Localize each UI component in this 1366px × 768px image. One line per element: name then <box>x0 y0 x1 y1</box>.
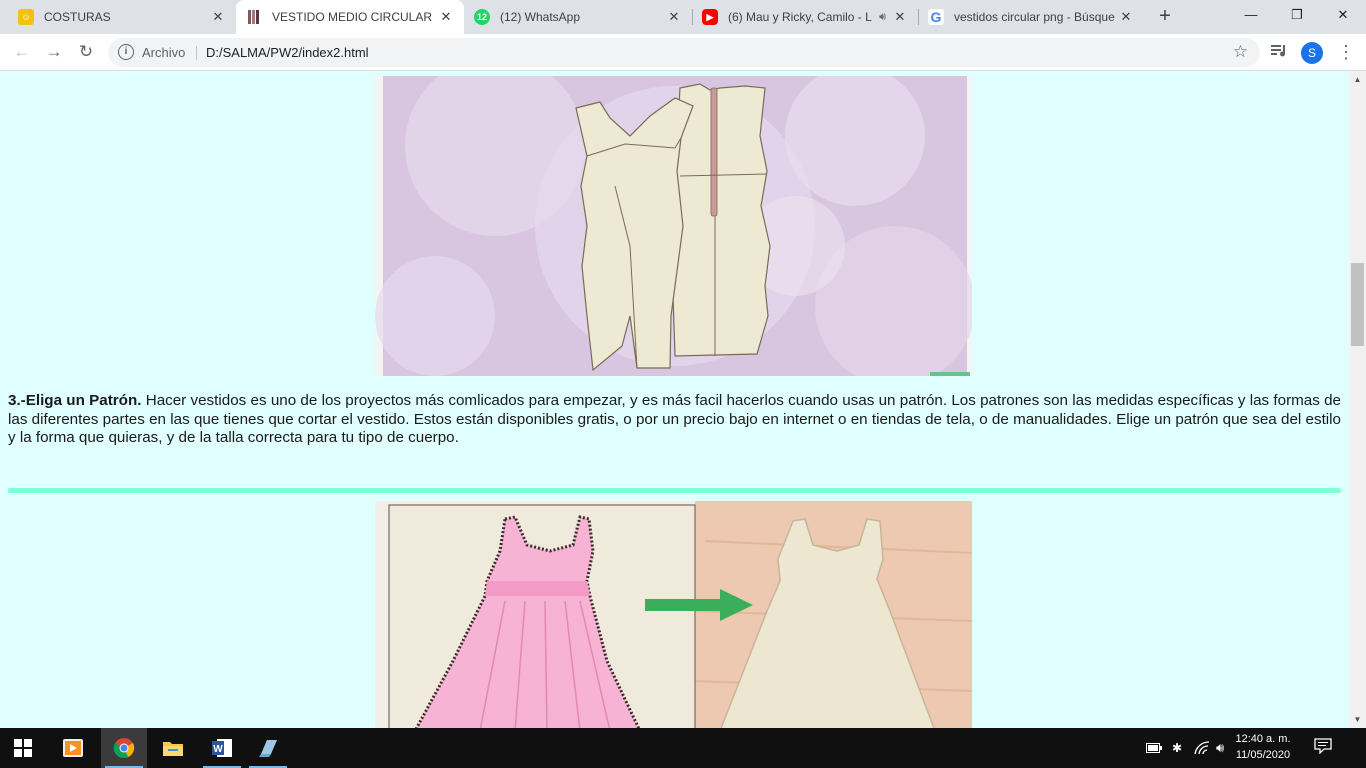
restore-icon[interactable]: ❐ <box>1274 0 1320 30</box>
tab-title: vestidos circular png - Búsque <box>954 10 1115 24</box>
google-icon: G <box>928 9 944 25</box>
tab-title: (12) WhatsApp <box>500 10 581 24</box>
step-heading: 3.-Eliga un Patrón. <box>8 392 142 409</box>
divider <box>196 46 197 60</box>
tab-youtube[interactable]: ▶ (6) Mau y Ricky, Camilo - L 🔊︎ ✕ <box>692 0 918 34</box>
section-divider <box>8 488 1341 493</box>
browser-toolbar: ← → ↻ i Archivo D:/SALMA/PW2/index2.html… <box>0 34 1366 71</box>
tab-costuras[interactable]: ☺ COSTURAS ✕ <box>8 0 236 34</box>
scroll-down-icon[interactable]: ▼ <box>1349 711 1366 728</box>
forward-icon[interactable]: → <box>42 40 66 64</box>
protocol-label: Archivo <box>142 45 186 60</box>
new-tab-button[interactable]: + <box>1154 6 1176 28</box>
dress-to-pattern-image <box>375 501 973 728</box>
scroll-up-icon[interactable]: ▲ <box>1349 71 1366 88</box>
notepad-app-icon[interactable] <box>245 728 291 768</box>
scrollbar-thumb[interactable] <box>1351 263 1364 346</box>
bookmark-star-icon[interactable]: ☆ <box>1233 42 1248 62</box>
svg-text:W: W <box>213 744 223 755</box>
volume-icon[interactable]: 🔊︎ <box>1216 728 1224 768</box>
whatsapp-icon: 12 <box>474 9 490 25</box>
tab-whatsapp[interactable]: 12 (12) WhatsApp ✕ <box>464 0 692 34</box>
close-tab-icon[interactable]: ✕ <box>438 9 454 25</box>
speaker-icon[interactable]: 🔊︎ <box>879 11 886 24</box>
step-3-paragraph: 3.-Eliga un Patrón. Hacer vestidos es un… <box>8 392 1341 448</box>
wifi-icon[interactable] <box>1194 728 1210 768</box>
close-tab-icon[interactable]: ✕ <box>892 9 908 25</box>
close-tab-icon[interactable]: ✕ <box>210 9 226 25</box>
word-icon[interactable]: W <box>199 728 245 768</box>
tab-title: (6) Mau y Ricky, Camilo - L <box>728 10 872 24</box>
dress-favicon <box>246 9 262 25</box>
dress-pattern-image <box>375 71 975 386</box>
page-content: 3.-Eliga un Patrón. Hacer vestidos es un… <box>0 71 1349 728</box>
clock-time: 12:40 a. m. <box>1235 733 1291 745</box>
reload-icon[interactable]: ↻ <box>74 40 98 64</box>
youtube-icon: ▶ <box>702 9 718 25</box>
step-body: Hacer vestidos es uno de los proyectos m… <box>8 392 1341 446</box>
minimize-icon[interactable]: — <box>1228 0 1274 30</box>
back-icon[interactable]: ← <box>10 40 34 64</box>
tab-strip: ☺ COSTURAS ✕ VESTIDO MEDIO CIRCULAR ✕ 12… <box>0 0 1366 34</box>
clock-date: 11/05/2020 <box>1235 749 1291 761</box>
notifications-icon[interactable] <box>1314 738 1334 756</box>
costuras-favicon: ☺ <box>18 9 34 25</box>
chrome-icon[interactable] <box>101 728 147 768</box>
close-tab-icon[interactable]: ✕ <box>1118 9 1134 25</box>
bluetooth-icon[interactable]: ✱ <box>1172 728 1182 768</box>
close-window-icon[interactable]: ✕ <box>1320 0 1366 30</box>
tab-google-search[interactable]: G vestidos circular png - Búsque ✕ <box>918 0 1144 34</box>
menu-icon[interactable]: ⋮ <box>1336 40 1356 64</box>
tab-vestido-medio-circular[interactable]: VESTIDO MEDIO CIRCULAR ✕ <box>236 0 464 34</box>
url-text[interactable]: D:/SALMA/PW2/index2.html <box>206 45 369 60</box>
windows-taskbar: W ✱ 🔊︎ 12:40 a. m. 11/05/2020 <box>0 728 1366 768</box>
close-tab-icon[interactable]: ✕ <box>666 9 682 25</box>
file-explorer-icon[interactable] <box>150 728 196 768</box>
info-icon[interactable]: i <box>118 44 134 60</box>
media-control-icon[interactable] <box>1270 42 1288 63</box>
tab-title: VESTIDO MEDIO CIRCULAR <box>272 10 433 24</box>
system-clock[interactable]: 12:40 a. m. 11/05/2020 <box>1232 731 1294 763</box>
windows-start-icon[interactable] <box>0 728 46 768</box>
vertical-scrollbar[interactable]: ▲ ▼ <box>1349 71 1366 728</box>
media-player-icon[interactable] <box>50 728 96 768</box>
address-bar[interactable]: i Archivo D:/SALMA/PW2/index2.html ☆ <box>108 38 1260 67</box>
tab-title: COSTURAS <box>44 10 111 24</box>
battery-icon[interactable] <box>1146 728 1162 768</box>
profile-avatar[interactable]: S <box>1301 42 1323 64</box>
